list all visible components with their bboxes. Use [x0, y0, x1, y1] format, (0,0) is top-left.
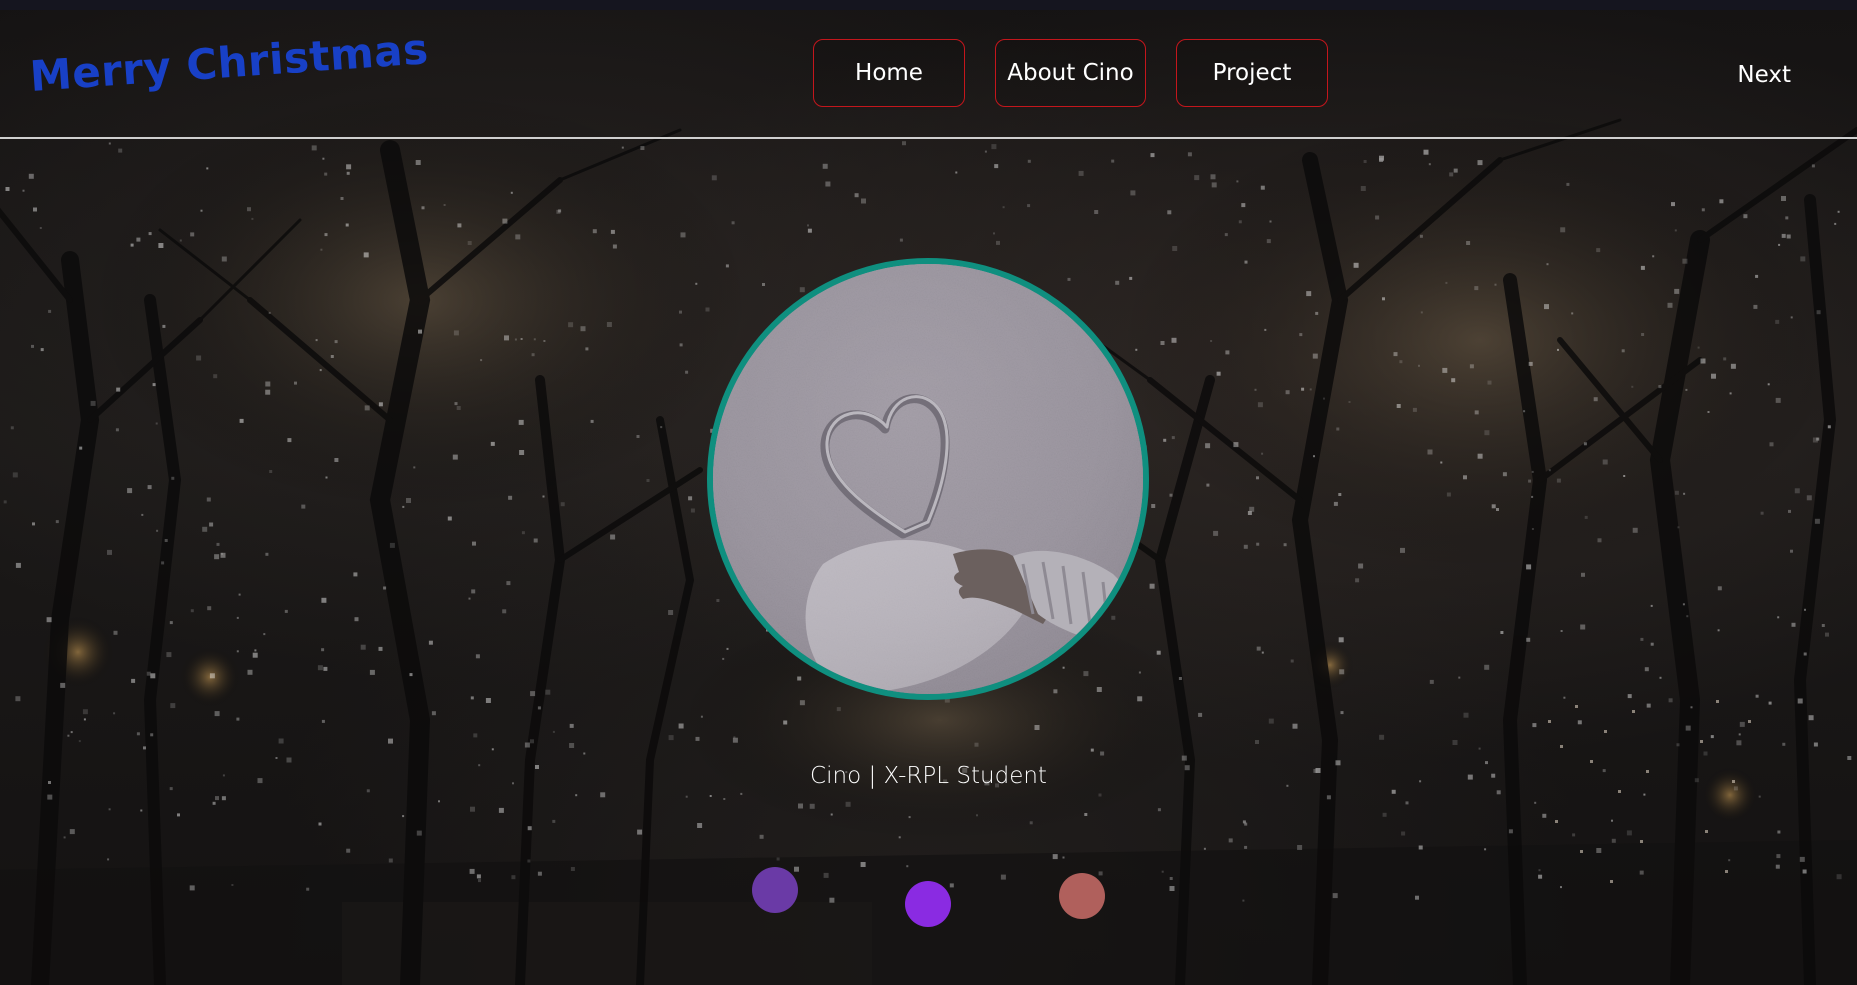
page: Merry Christmas Home About Cino Project …	[0, 0, 1857, 985]
profile-caption: Cino | X-RPL Student	[810, 763, 1047, 789]
profile-photo	[707, 258, 1149, 700]
decor-dot-violet	[752, 867, 798, 913]
decor-dot-purple	[905, 881, 951, 927]
snow-heart-image	[713, 264, 1143, 694]
header-divider	[0, 137, 1857, 139]
decor-dot-rose	[1059, 873, 1105, 919]
site-header: Merry Christmas Home About Cino Project …	[0, 10, 1857, 138]
nav-project-button[interactable]: Project	[1176, 39, 1328, 107]
next-link[interactable]: Next	[1737, 62, 1791, 88]
main-nav: Home About Cino Project	[813, 39, 1328, 107]
brand-title[interactable]: Merry Christmas	[28, 24, 430, 101]
nav-about-cino-button[interactable]: About Cino	[995, 39, 1146, 107]
nav-home-button[interactable]: Home	[813, 39, 965, 107]
